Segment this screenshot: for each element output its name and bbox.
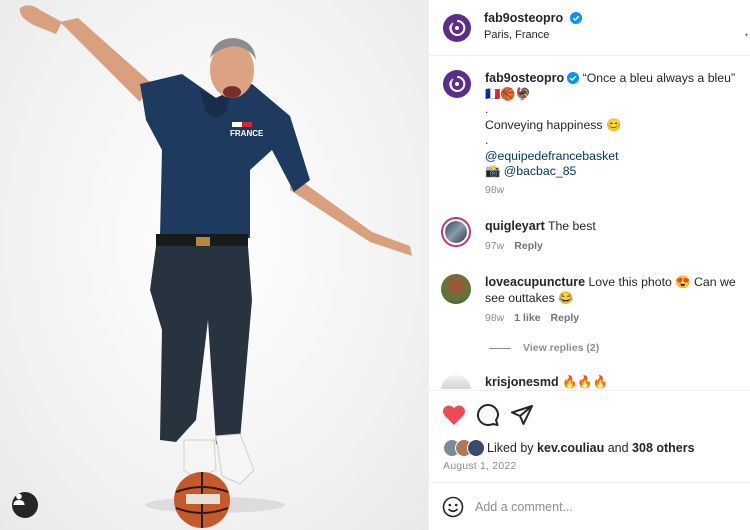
emoji-icon[interactable] [442, 496, 464, 518]
mention-link[interactable]: @equipedefrancebasket [485, 149, 619, 163]
caption-line: Conveying happiness 😊 [485, 117, 622, 132]
caption-timestamp[interactable]: 98w [485, 184, 504, 196]
heart-icon[interactable] [442, 404, 466, 426]
brand-logo-icon [449, 19, 466, 36]
replies-divider [489, 347, 511, 349]
more-options-icon[interactable]: · · [744, 26, 750, 44]
commenter-avatar[interactable] [441, 217, 471, 247]
commenter-avatar[interactable] [441, 274, 471, 304]
liker-username[interactable]: kev.couliau [537, 441, 604, 455]
commenter-username[interactable]: quigleyart [485, 219, 545, 233]
mention-link[interactable]: @bacbac_85 [504, 164, 577, 178]
caption-dot: . [485, 133, 489, 147]
comment-icon[interactable] [477, 404, 499, 426]
reply-button[interactable]: Reply [551, 312, 580, 324]
verified-badge-icon [567, 72, 580, 84]
view-replies-toggle[interactable]: View replies (2) [489, 342, 599, 354]
post-photo[interactable]: FRANCE [0, 0, 428, 530]
view-replies-label: View replies (2) [523, 342, 600, 354]
liked-by-prefix: Liked by [487, 441, 534, 455]
caption-emoji-line: 🇫🇷🏀🦃 [485, 86, 531, 101]
post-header: fab9osteopro Paris, France · · [429, 0, 750, 56]
commenter-username[interactable]: loveacupuncture [485, 275, 585, 289]
comment-time[interactable]: 98w [485, 312, 504, 324]
commenter-avatar[interactable] [441, 375, 471, 389]
tagged-user-icon[interactable] [12, 492, 38, 518]
camera-emoji: 📸 [485, 164, 501, 178]
brand-logo-icon [449, 75, 466, 92]
post-location[interactable]: Paris, France [484, 29, 549, 41]
comment-meta: 98w 1 like Reply [485, 312, 579, 324]
post-sidebar: fab9osteopro Paris, France · · fab9osteo… [428, 0, 750, 530]
post-date[interactable]: August 1, 2022 [443, 460, 516, 472]
liked-by-and: and [607, 441, 629, 455]
person-icon [13, 493, 25, 505]
likes-summary[interactable]: Liked by kev.couliau and 308 others [443, 438, 695, 458]
comments-list[interactable]: fab9osteopro “Once a bleu always a bleu”… [429, 57, 750, 389]
caption-author-avatar[interactable] [443, 70, 471, 98]
comment-text: krisjonesmd 🔥🔥🔥 [485, 375, 750, 389]
comment-body: 🔥🔥🔥 [562, 375, 608, 389]
caption-dot: . [485, 102, 489, 116]
comment-input[interactable] [475, 496, 735, 518]
liker-avatar [467, 439, 485, 457]
share-icon[interactable] [511, 404, 533, 426]
author-username[interactable]: fab9osteopro [484, 11, 563, 25]
comment-meta: 97w Reply [485, 240, 543, 252]
verified-badge-icon [569, 12, 582, 24]
comment-text: quigleyart The best [485, 219, 750, 235]
liker-avatars [443, 439, 487, 457]
comment-text: loveacupuncture Love this photo 😍 Can we… [485, 275, 750, 306]
caption-text: fab9osteopro “Once a bleu always a bleu”… [485, 71, 750, 180]
likes-others-link[interactable]: 308 others [632, 441, 695, 455]
author-avatar[interactable] [443, 14, 471, 42]
comment-likes[interactable]: 1 like [514, 312, 540, 324]
player-illustration: FRANCE [19, 5, 412, 528]
reply-button[interactable]: Reply [514, 240, 543, 252]
comment-body: The best [547, 219, 596, 233]
caption-username[interactable]: fab9osteopro [485, 71, 564, 85]
comment-time[interactable]: 97w [485, 240, 504, 252]
commenter-username[interactable]: krisjonesmd [485, 375, 559, 389]
svg-text:FRANCE: FRANCE [230, 129, 264, 138]
caption-quote: “Once a bleu always a bleu” [582, 71, 736, 85]
post-actions: Liked by kev.couliau and 308 others Augu… [429, 390, 750, 482]
comment-composer [429, 482, 750, 530]
